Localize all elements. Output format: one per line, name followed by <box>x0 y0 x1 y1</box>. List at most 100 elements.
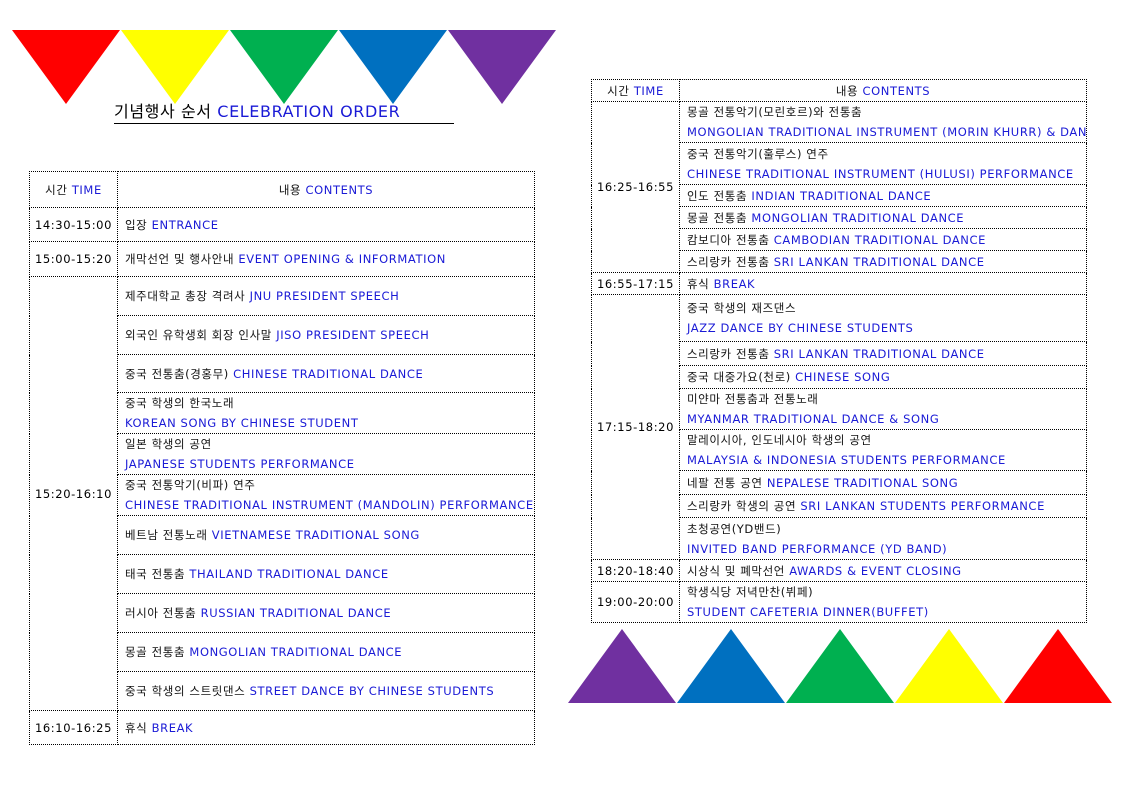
program-korean: 태국 전통춤 <box>125 567 186 581</box>
program-english: CHINESE TRADITIONAL INSTRUMENT (MANDOLIN… <box>125 498 534 512</box>
program-korean: 외국인 유학생회 회장 인사말 <box>125 328 272 342</box>
program-korean: 학생식당 저녁만찬(뷔페) <box>687 585 814 599</box>
program-english: MONGOLIAN TRADITIONAL INSTRUMENT (MORIN … <box>687 125 1087 139</box>
program-english: MALAYSIA & INDONESIA STUDENTS PERFORMANC… <box>687 453 1006 467</box>
program-korean: 입장 <box>125 217 148 232</box>
program-english: SRI LANKAN STUDENTS PERFORMANCE <box>800 499 1045 513</box>
program-english: VIETNAMESE TRADITIONAL SONG <box>211 528 420 542</box>
program-korean: 시상식 및 폐막선언 <box>687 563 785 578</box>
time-range: 19:00-20:00 <box>596 595 675 609</box>
header-contents-ko: 내용 <box>278 182 302 197</box>
time-cell: 17:15-18:20 <box>591 294 680 560</box>
time-cell: 14:30-15:00 <box>29 207 118 242</box>
program-item: 몽골 전통춤 MONGOLIAN TRADITIONAL DANCE <box>117 632 535 672</box>
program-english: EVENT OPENING & INFORMATION <box>238 252 446 266</box>
pennant-yellow <box>895 629 1003 703</box>
program-item: 입장 ENTRANCE <box>117 207 535 242</box>
program-english: JNU PRESIDENT SPEECH <box>249 289 400 303</box>
program-item: 중국 전통춤(경홍무) CHINESE TRADITIONAL DANCE <box>117 354 535 393</box>
pennant-red <box>12 30 120 104</box>
program-item: 일본 학생의 공연 JAPANESE STUDENTS PERFORMANCE <box>117 433 535 475</box>
left-tbody: 시간 TIME 내용 CONTENTS 14:30-15:00 입장 ENTRANCE… <box>29 171 535 745</box>
header-time-en: TIME <box>633 83 664 98</box>
program-english: INVITED BAND PERFORMANCE (YD BAND) <box>687 541 948 556</box>
program-english: STREET DANCE BY CHINESE STUDENTS <box>249 684 495 698</box>
schedule-table-right: 시간 TIME 내용 CONTENTS 16:25-16:55 몽골 전통악기(모린호… <box>591 79 1087 623</box>
program-english: CAMBODIAN TRADITIONAL DANCE <box>773 232 986 247</box>
schedule-row: 16:25-16:55 몽골 전통악기(모린호르)와 전통춤 MONGOLIAN T… <box>591 101 1087 273</box>
program-item: 중국 학생의 스트릿댄스 STREET DANCE BY CHINESE STU… <box>117 671 535 711</box>
program-korean: 캄보디아 전통춤 <box>687 232 770 247</box>
pennant-green <box>786 629 894 703</box>
program-item: 스리랑카 전통춤 SRI LANKAN TRADITIONAL DANCE <box>679 250 1087 273</box>
program-korean: 중국 학생의 스트릿댄스 <box>125 684 246 698</box>
schedule-row: 16:55-17:15 휴식 BREAK <box>591 272 1087 295</box>
program-item: 휴식 BREAK <box>117 710 535 745</box>
time-cell: 16:55-17:15 <box>591 272 680 295</box>
time-cell: 16:25-16:55 <box>591 101 680 273</box>
program-english: CHINESE TRADITIONAL DANCE <box>233 366 424 381</box>
program-korean: 제주대학교 총장 격려사 <box>125 289 246 303</box>
program-item: 중국 대중가요(천로) CHINESE SONG <box>679 365 1087 389</box>
header-contents: 내용 CONTENTS <box>679 79 1087 102</box>
schedule-row: 14:30-15:00 입장 ENTRANCE <box>29 207 535 242</box>
program-english: JAPANESE STUDENTS PERFORMANCE <box>125 457 355 471</box>
program-korean: 베트남 전통노래 <box>125 528 208 542</box>
title-english: CELEBRATION ORDER <box>217 102 401 121</box>
program-english: BREAK <box>151 720 194 735</box>
pennant-blue <box>339 30 447 104</box>
header-contents-en: CONTENTS <box>862 83 931 98</box>
program-korean: 미얀마 전통춤과 전통노래 <box>687 392 819 406</box>
time-range: 17:15-18:20 <box>596 420 675 434</box>
program-item: 몽골 전통춤 MONGOLIAN TRADITIONAL DANCE <box>679 206 1087 229</box>
program-korean: 개막선언 및 행사안내 <box>125 252 235 266</box>
header-time-ko: 시간 <box>607 83 630 98</box>
time-cell: 15:20-16:10 <box>29 276 118 711</box>
program-korean: 일본 학생의 공연 <box>125 437 212 451</box>
program-english: STUDENT CAFETERIA DINNER(BUFFET) <box>687 605 929 619</box>
program-english: KOREAN SONG BY CHINESE STUDENT <box>125 416 359 430</box>
program-item: 중국 학생의 한국노래 KOREAN SONG BY CHINESE STUDEN… <box>117 392 535 434</box>
program-korean: 몽골 전통춤 <box>687 210 748 225</box>
program-english: SRI LANKAN TRADITIONAL DANCE <box>773 346 985 361</box>
program-item: 스리랑카 전통춤 SRI LANKAN TRADITIONAL DANCE <box>679 341 1087 366</box>
pennant-purple <box>448 30 556 104</box>
header-row: 시간 TIME 내용 CONTENTS <box>29 171 535 208</box>
program-english: BREAK <box>713 276 756 291</box>
pennant-green <box>230 30 338 104</box>
program-english: RUSSIAN TRADITIONAL DANCE <box>200 606 392 620</box>
program-item: 러시아 전통춤 RUSSIAN TRADITIONAL DANCE <box>117 593 535 633</box>
bunting-bottom <box>568 629 1112 703</box>
time-cell: 19:00-20:00 <box>591 581 680 623</box>
program-item: 외국인 유학생회 회장 인사말 JISO PRESIDENT SPEECH <box>117 315 535 355</box>
program-korean: 중국 대중가요(천로) <box>687 370 791 384</box>
program-korean: 인도 전통춤 <box>687 188 748 203</box>
time-range: 16:25-16:55 <box>596 180 675 194</box>
time-range: 16:55-17:15 <box>596 276 675 291</box>
program-korean: 휴식 <box>687 276 710 291</box>
program-item: 캄보디아 전통춤 CAMBODIAN TRADITIONAL DANCE <box>679 228 1087 251</box>
time-range: 15:20-16:10 <box>34 486 113 501</box>
program-item: 중국 학생의 재즈댄스 JAZZ DANCE BY CHINESE STUDENT… <box>679 294 1087 342</box>
program-item: 개막선언 및 행사안내 EVENT OPENING & INFORMATION <box>117 241 535 277</box>
program-english: JAZZ DANCE BY CHINESE STUDENTS <box>687 321 914 335</box>
pennant-purple <box>568 629 676 703</box>
pennant-red <box>1004 629 1112 703</box>
program-item: 제주대학교 총장 격려사 JNU PRESIDENT SPEECH <box>117 276 535 316</box>
program-english: CHINESE SONG <box>795 370 891 384</box>
program-item: 스리랑카 학생의 공연 SRI LANKAN STUDENTS PERFORMA… <box>679 494 1087 518</box>
header-contents-ko: 내용 <box>835 83 859 98</box>
program-item: 시상식 및 폐막선언 AWARDS & EVENT CLOSING <box>679 559 1087 582</box>
program-item: 말레이시아, 인도네시아 학생의 공연 MALAYSIA & INDONESIA … <box>679 429 1087 471</box>
header-contents-en: CONTENTS <box>305 182 374 197</box>
program-item: 몽골 전통악기(모린호르)와 전통춤 MONGOLIAN TRADITIONAL … <box>679 101 1087 143</box>
schedule-row: 15:00-15:20 개막선언 및 행사안내 EVENT OPENING & I… <box>29 241 535 277</box>
header-row: 시간 TIME 내용 CONTENTS <box>591 79 1087 102</box>
program-korean: 중국 전통악기(훌루스) 연주 <box>687 146 829 161</box>
program-item: 미얀마 전통춤과 전통노래 MYANMAR TRADITIONAL DANCE &… <box>679 388 1087 430</box>
schedule-row: 15:20-16:10 제주대학교 총장 격려사 JNU PRESIDENT SP… <box>29 276 535 711</box>
schedule-row: 17:15-18:20 중국 학생의 재즈댄스 JAZZ DANCE BY CHIN… <box>591 294 1087 560</box>
program-english: ENTRANCE <box>151 217 219 232</box>
bunting-top <box>12 30 556 104</box>
program-english: MONGOLIAN TRADITIONAL DANCE <box>189 645 403 659</box>
